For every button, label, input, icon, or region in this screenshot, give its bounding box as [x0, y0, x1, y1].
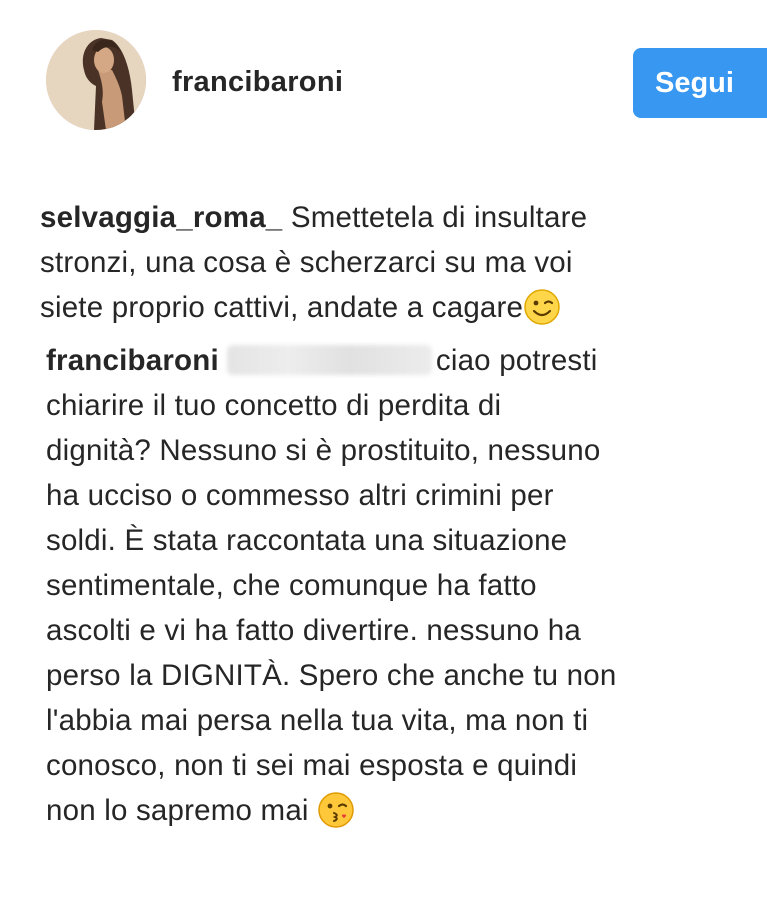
redacted-mention — [226, 345, 432, 375]
avatar-photo-icon — [46, 30, 146, 130]
follow-button[interactable]: Segui — [633, 48, 767, 118]
comment-text-line: chiarire il tuo concetto di perdita di — [46, 389, 502, 422]
kiss-wink-icon — [317, 791, 355, 829]
comment: selvaggia_roma_ Smettetela di insultare … — [40, 195, 740, 330]
comment-text-line: stronzi, una cosa è scherzarci su ma voi — [40, 246, 573, 279]
post-header: francibaroni Segui — [0, 0, 767, 150]
comment-text-line: non lo sapremo mai — [46, 794, 318, 827]
comment-username[interactable]: selvaggia_roma_ — [40, 201, 282, 234]
comment-text-line: conosco, non ti sei mai esposta e quindi — [46, 749, 578, 782]
comment-text-line: Smettetela di insultare — [282, 201, 588, 234]
comment-text-line: dignità? Nessuno si è prostituito, nessu… — [46, 434, 601, 467]
comment-text-line: sentimentale, che comunque ha fatto — [46, 569, 537, 602]
comment-text-line: ascolti e vi ha fatto divertire. nessuno… — [46, 614, 581, 647]
avatar[interactable] — [46, 30, 146, 130]
comment-text-line: perso la DIGNITÀ. Spero che anche tu non — [46, 659, 617, 692]
comment-text-line: ha ucciso o commesso altri crimini per — [46, 479, 554, 512]
post-username[interactable]: francibaroni — [172, 66, 343, 99]
comment-username[interactable]: francibaroni — [46, 344, 219, 377]
wink-smiley-icon — [523, 288, 561, 326]
comment-text-line: siete proprio cattivi, andate a cagare — [40, 291, 524, 324]
comment-text-line: soldi. È stata raccontata una situazione — [46, 524, 568, 557]
comment-text-line: l'abbia mai persa nella tua vita, ma non… — [46, 704, 589, 737]
comment-text-line: ciao potresti — [435, 344, 598, 377]
comment: francibaroni ciao potresti chiarire il tu… — [46, 338, 746, 833]
